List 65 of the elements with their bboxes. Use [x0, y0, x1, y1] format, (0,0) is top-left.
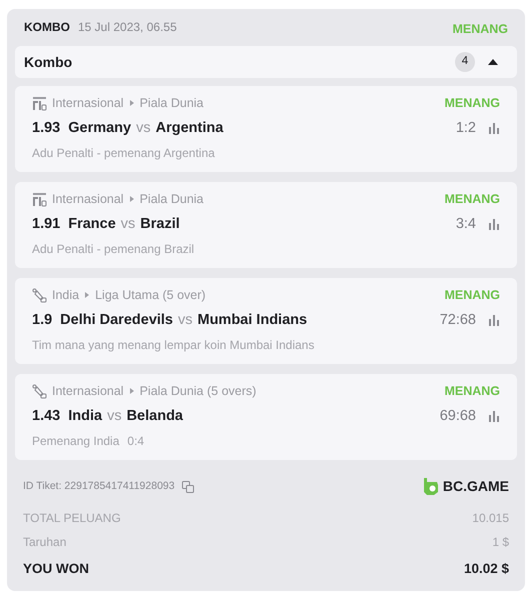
score-value: 72:68 — [440, 311, 476, 330]
summary-value: 10.02 $ — [464, 560, 509, 578]
bet-score: 0:4 — [127, 433, 144, 449]
away-team: Argentina — [156, 119, 224, 138]
odds-value: 1.43 — [32, 407, 60, 426]
ticket-id: ID Tiket: 2291785417411928093 — [23, 478, 175, 494]
score-value: 69:68 — [440, 407, 476, 426]
stats-icon[interactable] — [488, 218, 500, 230]
home-team: Delhi Daredevils — [60, 311, 173, 330]
away-team: Brazil — [140, 215, 180, 234]
home-team: France — [68, 215, 116, 234]
versus-label: vs — [107, 407, 122, 426]
league-label: Piala Dunia — [140, 191, 204, 207]
status-label: MENANG — [444, 95, 500, 111]
caret-up-icon — [488, 59, 498, 65]
odds-value: 1.93 — [32, 119, 60, 138]
summary-label: YOU WON — [23, 560, 89, 578]
bet-description: Pemenang India — [32, 433, 120, 449]
breadcrumb-arrow-icon — [84, 291, 90, 299]
region-label: Internasional — [52, 191, 124, 207]
versus-label: vs — [136, 119, 151, 138]
fifa-logo-icon — [32, 192, 47, 206]
league-label: Piala Dunia (5 overs) — [140, 383, 256, 399]
home-team: India — [68, 407, 102, 426]
kombo-toggle[interactable]: Kombo 4 — [15, 46, 517, 78]
cricket-bat-icon — [32, 384, 47, 398]
summary-value: 10.015 — [472, 510, 509, 527]
region-label: Internasional — [52, 95, 124, 111]
bet-description: Tim mana yang menang lempar koin Mumbai Indians — [32, 337, 314, 353]
bet-date: 15 Jul 2023, 06.55 — [78, 19, 177, 36]
odds-value: 1.91 — [32, 215, 60, 234]
score-value: 3:4 — [456, 215, 476, 234]
stats-icon[interactable] — [488, 122, 500, 134]
bet-type-label: KOMBO — [24, 19, 70, 36]
score-value: 1:2 — [456, 119, 476, 138]
versus-label: vs — [120, 215, 136, 234]
summary-label: TOTAL PELUANG — [23, 510, 121, 527]
odds-value: 1.9 — [32, 311, 52, 330]
count-badge: 4 — [455, 52, 475, 72]
region-label: Internasional — [52, 383, 124, 399]
home-team: Germany — [68, 119, 132, 138]
away-team: Mumbai Indians — [198, 311, 308, 330]
region-label: India — [52, 287, 80, 303]
bet-description: Adu Penalti - pemenang Brazil — [32, 241, 194, 257]
breadcrumb-arrow-icon — [128, 99, 135, 107]
brand-logo-icon — [422, 477, 439, 496]
away-team: Belanda — [126, 407, 183, 426]
stats-icon[interactable] — [488, 314, 500, 326]
league-label: Liga Utama (5 over) — [95, 287, 206, 303]
copy-icon[interactable] — [182, 480, 194, 492]
breadcrumb-arrow-icon — [128, 195, 135, 203]
fifa-logo-icon — [32, 96, 47, 110]
brand-name: BC.GAME — [442, 477, 509, 496]
league-label: Piala Dunia — [140, 95, 204, 111]
status-label: MENANG — [444, 383, 500, 399]
status-label: MENANG — [444, 191, 500, 207]
versus-label: vs — [178, 311, 192, 330]
bet-description: Adu Penalti - pemenang Argentina — [32, 145, 215, 161]
status-label: MENANG — [452, 20, 508, 38]
stats-icon[interactable] — [488, 410, 500, 422]
status-label: MENANG — [444, 287, 500, 303]
cricket-bat-icon — [32, 288, 47, 302]
summary-value: 1 $ — [492, 534, 509, 551]
breadcrumb-arrow-icon — [128, 387, 135, 395]
summary-label: Taruhan — [23, 534, 66, 551]
